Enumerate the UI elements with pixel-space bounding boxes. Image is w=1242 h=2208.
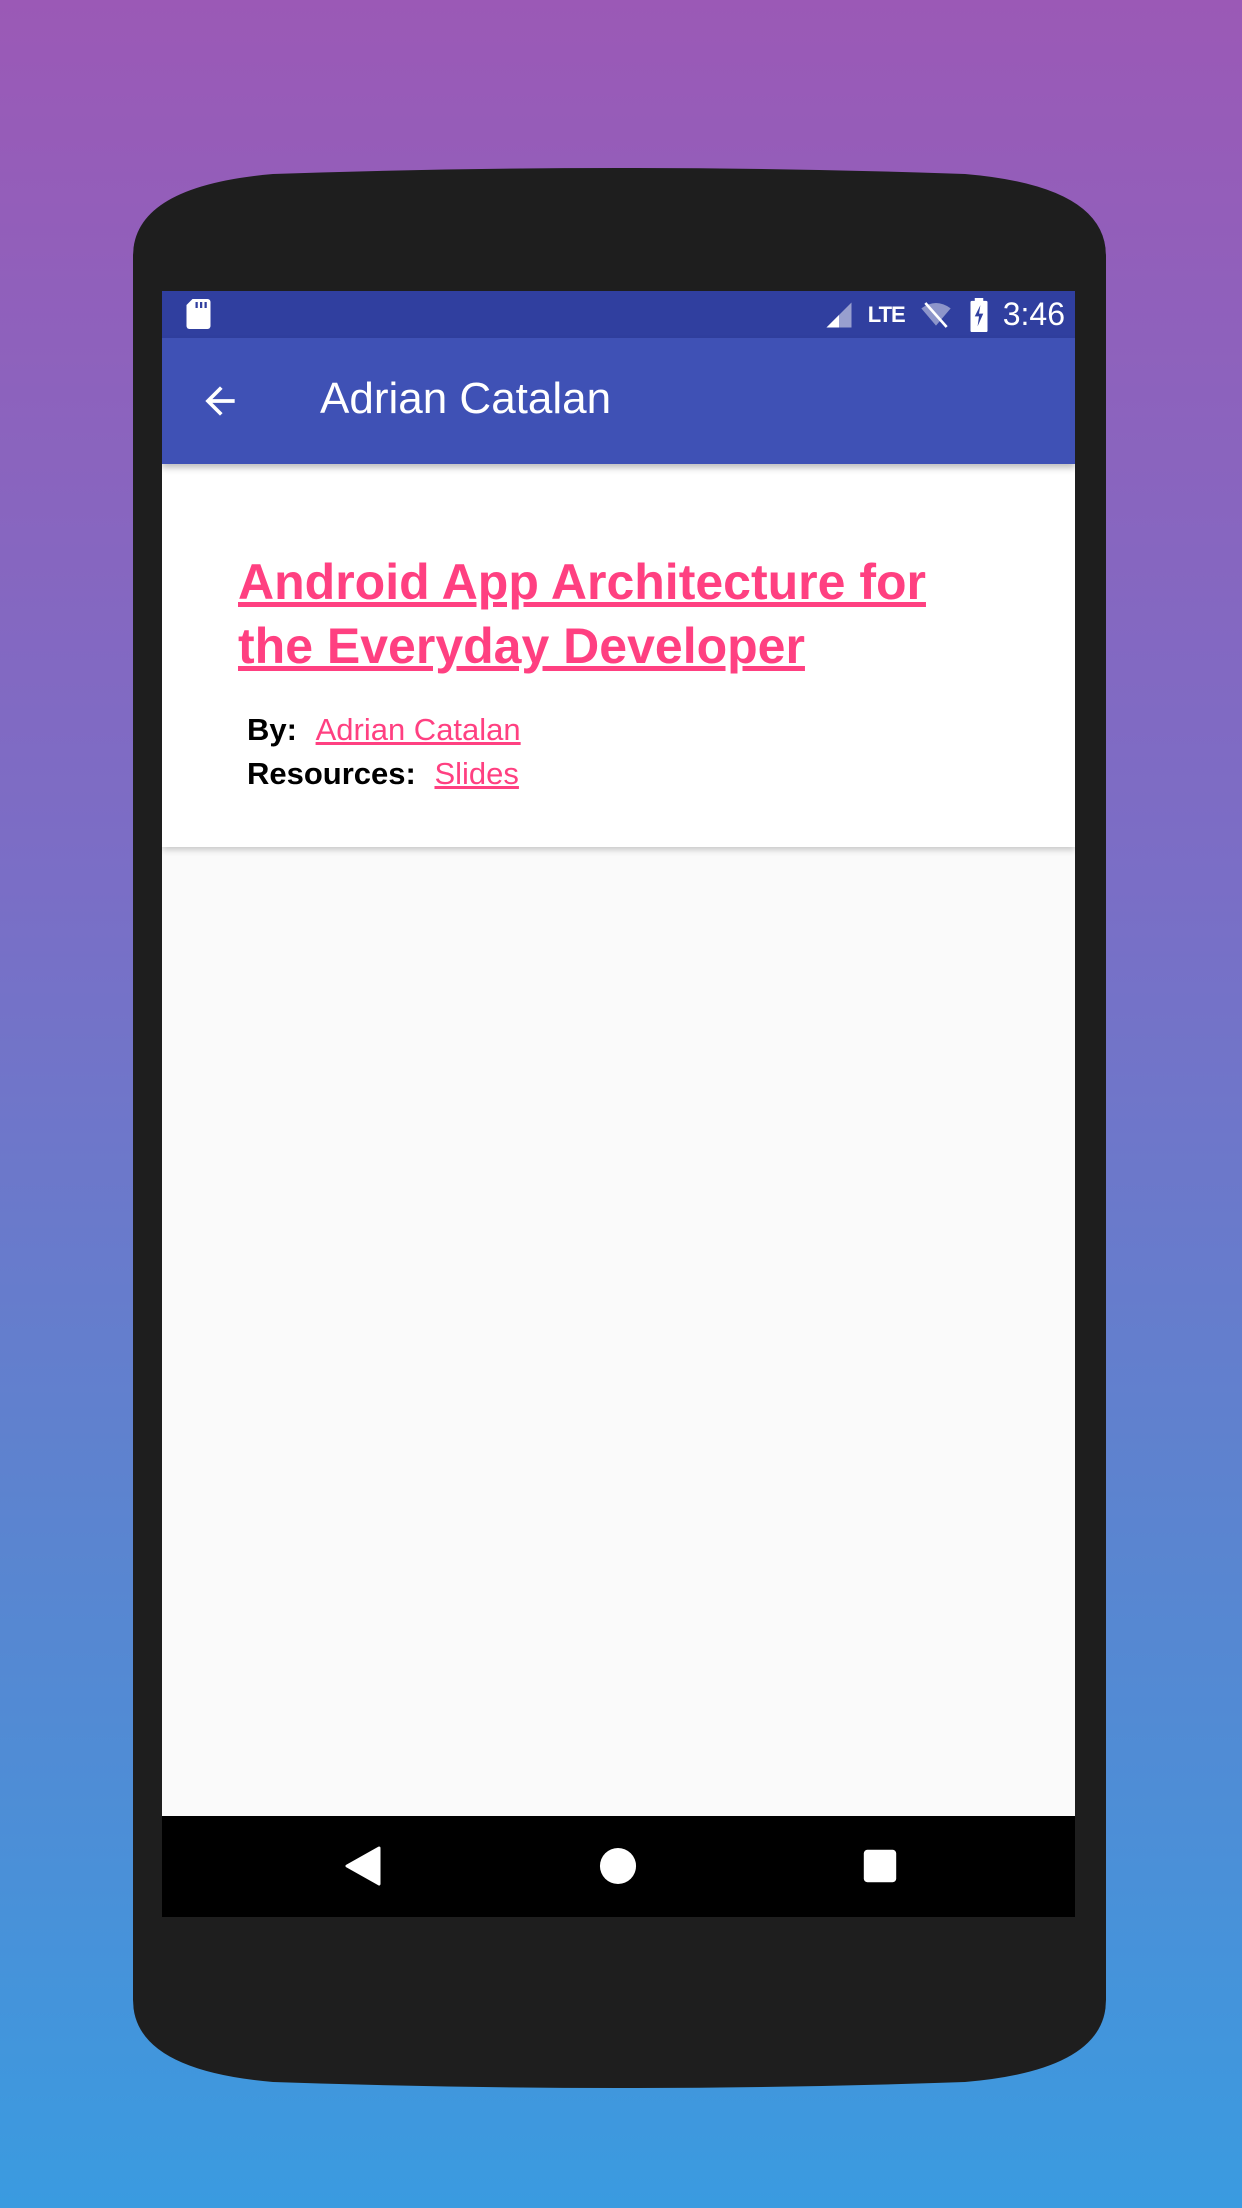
status-icons: LTE 3:46 bbox=[822, 291, 1065, 338]
wifi-off-icon bbox=[921, 301, 951, 328]
network-label: LTE bbox=[867, 301, 906, 327]
navigation-bar bbox=[162, 1816, 1075, 1917]
talk-title-link[interactable]: Android App Architecture for the Everyda… bbox=[238, 550, 998, 678]
resources-row: Resources: Slides bbox=[247, 756, 519, 792]
arrow-back-icon bbox=[205, 386, 235, 416]
speaker-row: By: Adrian Catalan bbox=[247, 712, 521, 748]
by-label: By: bbox=[247, 712, 297, 747]
nav-back-button[interactable] bbox=[338, 1841, 388, 1891]
battery-charging-icon bbox=[970, 297, 988, 332]
page-title: Adrian Catalan bbox=[320, 374, 612, 423]
nav-recents-button[interactable] bbox=[855, 1841, 905, 1891]
back-button[interactable] bbox=[190, 371, 250, 431]
nav-back-icon bbox=[345, 1846, 381, 1886]
device-screen: LTE 3:46 Adrian Catalan Android App Arch… bbox=[162, 291, 1075, 1917]
sd-card-icon bbox=[186, 299, 211, 329]
nav-home-button[interactable] bbox=[593, 1841, 643, 1891]
nav-recents-icon bbox=[863, 1849, 897, 1883]
status-time: 3:46 bbox=[1002, 296, 1065, 332]
status-bar: LTE 3:46 bbox=[162, 291, 1075, 338]
resources-label: Resources: bbox=[247, 756, 416, 791]
nav-home-icon bbox=[599, 1847, 637, 1885]
signal-icon bbox=[826, 302, 852, 327]
slides-link[interactable]: Slides bbox=[434, 756, 518, 791]
app-bar: Adrian Catalan bbox=[162, 338, 1075, 464]
speaker-link[interactable]: Adrian Catalan bbox=[316, 712, 521, 747]
talk-card: Android App Architecture for the Everyda… bbox=[162, 464, 1075, 847]
